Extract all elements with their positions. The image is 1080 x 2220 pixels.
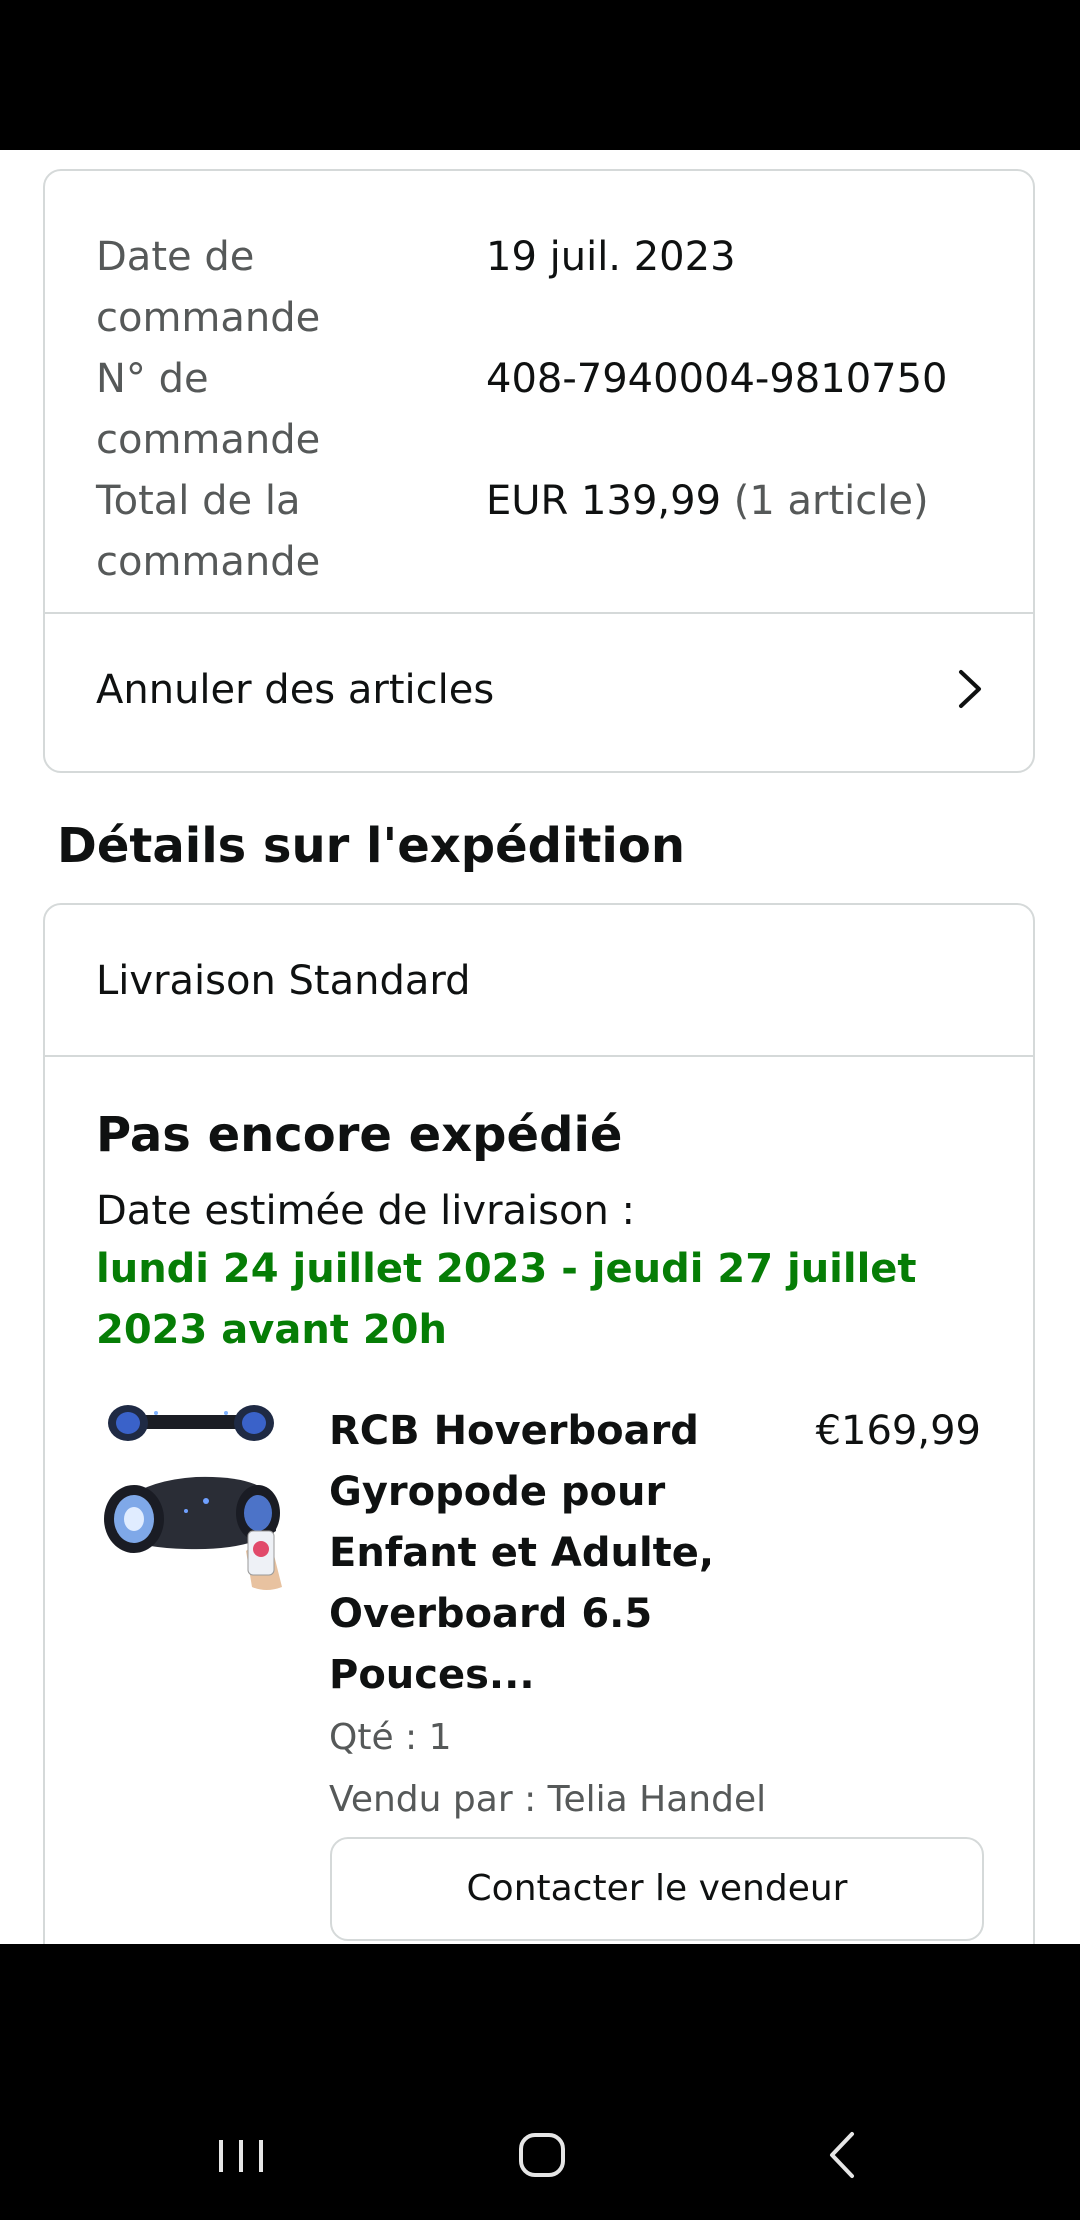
order-summary-card: Date de commande 19 juil. 2023 N° de com… — [43, 169, 1035, 773]
shipment-status: Pas encore expédié — [96, 1107, 623, 1163]
order-total-amount: EUR 139,99 — [486, 478, 722, 524]
delivery-estimate-label: Date estimée de livraison : — [96, 1188, 636, 1234]
shipping-section-title: Détails sur l'expédition — [57, 818, 685, 874]
hoverboard-product-image[interactable] — [96, 1401, 286, 1593]
cancel-items-label: Annuler des articles — [96, 667, 495, 713]
order-total-label: Total de la commande — [96, 478, 321, 585]
cancel-items-row[interactable]: Annuler des articles — [45, 614, 1033, 773]
status-bar — [0, 0, 1080, 150]
chevron-right-icon — [959, 670, 981, 708]
home-icon[interactable] — [502, 2120, 582, 2190]
contact-seller-button[interactable]: Contacter le vendeur — [330, 1837, 984, 1941]
order-number-label: N° de commande — [96, 356, 321, 463]
product-title[interactable]: RCB Hoverboard Gyropode pour Enfant et A… — [329, 1401, 729, 1706]
order-total-value: EUR 139,99 (1 article) — [486, 471, 929, 532]
order-number-value: 408-7940004-9810750 — [486, 356, 948, 402]
recents-icon[interactable] — [201, 2120, 281, 2190]
shipment-card: Livraison Standard Pas encore expédié Da… — [43, 903, 1035, 1944]
product-price: €169,99 — [815, 1408, 981, 1454]
divider — [45, 1055, 1033, 1057]
order-date-label: Date de commande — [96, 234, 321, 341]
seller-name: Vendu par : Telia Handel — [329, 1779, 767, 1820]
back-icon[interactable] — [804, 2120, 884, 2190]
order-details-page: Date de commande 19 juil. 2023 N° de com… — [0, 150, 1080, 1944]
order-article-count: (1 article) — [733, 478, 929, 524]
delivery-estimate-date: lundi 24 juillet 2023 - jeudi 27 juillet… — [96, 1246, 917, 1353]
shipping-method: Livraison Standard — [96, 958, 471, 1004]
product-quantity: Qté : 1 — [329, 1717, 452, 1758]
order-date-value: 19 juil. 2023 — [486, 234, 736, 280]
